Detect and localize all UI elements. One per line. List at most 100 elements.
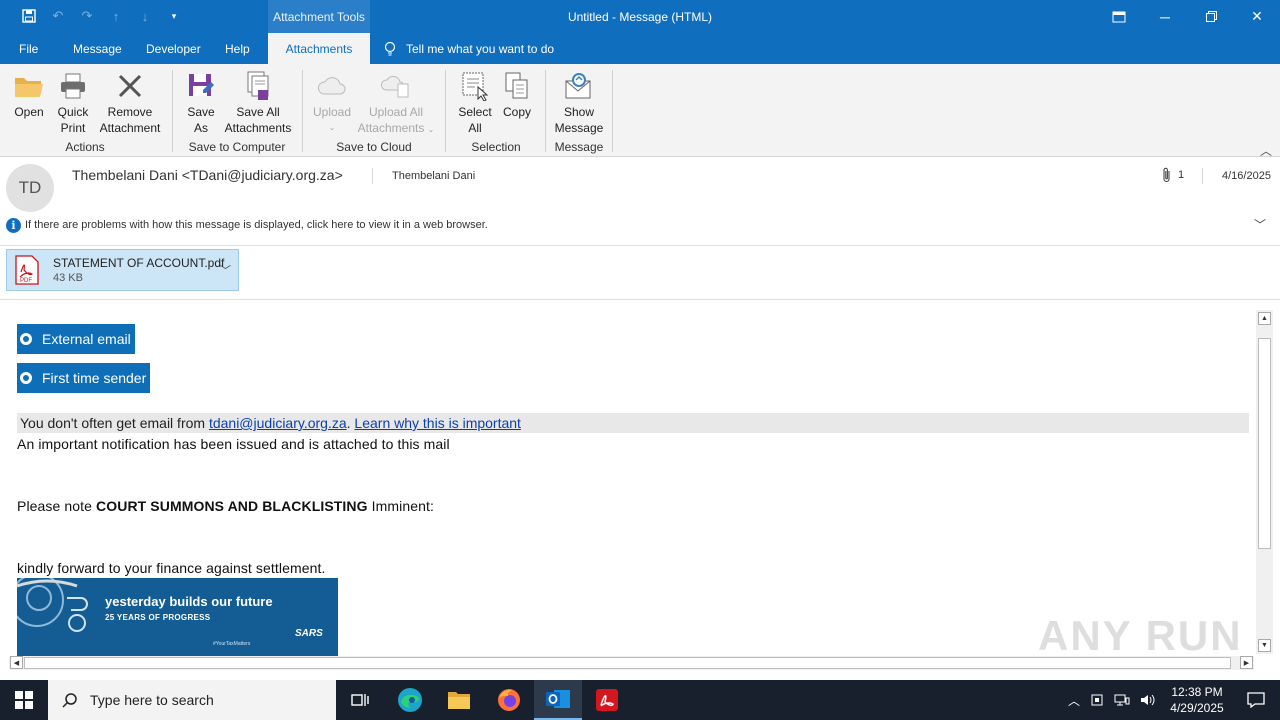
cloud-documents-icon: [380, 70, 412, 102]
upload-all-attachments-button[interactable]: Upload All Attachments ⌄: [354, 70, 438, 138]
documents-save-icon: [242, 70, 274, 102]
sender-email-link[interactable]: tdani@judiciary.org.za: [209, 415, 347, 431]
save-icon[interactable]: [20, 7, 38, 25]
redo-icon[interactable]: ↷: [78, 7, 96, 25]
ribbon: Open Quick Print Remove Attachment Actions…: [0, 64, 1280, 159]
taskbar-clock[interactable]: 12:38 PM 4/29/2025: [1162, 684, 1232, 716]
notifications-button[interactable]: [1232, 680, 1280, 720]
taskbar-app-acrobat[interactable]: [583, 680, 631, 720]
divider: [0, 245, 1280, 246]
info-text: If there are problems with how this mess…: [25, 219, 488, 231]
group-label-save-to-cloud: Save to Cloud: [336, 140, 412, 154]
device-icon[interactable]: [1090, 693, 1104, 707]
pdf-file-icon: PDF: [15, 255, 39, 285]
taskbar-app-file-explorer[interactable]: [435, 680, 483, 720]
learn-why-link[interactable]: Learn why this is important: [354, 415, 521, 431]
search-placeholder: Type here to search: [90, 692, 214, 708]
windows-logo-icon: [15, 691, 33, 709]
chevron-down-icon[interactable]: ﹀: [1254, 216, 1266, 233]
body-line-court-summons: Please note COURT SUMMONS AND BLACKLISTI…: [17, 498, 434, 514]
outlook-icon: [546, 690, 570, 708]
next-item-icon[interactable]: ↓: [136, 7, 154, 25]
show-message-button[interactable]: Show Message: [552, 70, 606, 136]
first-sender-notice: You don't often get email from tdani@jud…: [17, 413, 1249, 433]
minimize-button[interactable]: ─: [1142, 0, 1188, 33]
upload-button[interactable]: Upload ⌄: [310, 70, 354, 136]
folder-icon: [448, 692, 470, 709]
acrobat-icon: [596, 689, 618, 711]
collapse-ribbon-icon[interactable]: ︿: [1260, 142, 1272, 159]
sender-name[interactable]: Thembelani Dani <TDani@judiciary.org.za>: [72, 167, 343, 183]
tab-message[interactable]: Message: [73, 33, 122, 64]
floppy-disk-icon: [185, 70, 217, 102]
divider: [372, 168, 373, 184]
save-all-attachments-button[interactable]: Save All Attachments: [222, 70, 294, 136]
chevron-up-icon[interactable]: ︿: [1068, 692, 1080, 709]
tab-attachments[interactable]: Attachments: [268, 33, 370, 64]
chevron-down-icon[interactable]: ﹀: [220, 262, 231, 278]
ribbon-display-options-icon[interactable]: [1096, 0, 1142, 33]
banner-headline: yesterday builds our future: [105, 594, 273, 609]
copy-icon: [501, 70, 533, 102]
save-as-button[interactable]: Save As: [182, 70, 220, 136]
clock-date: 4/29/2025: [1170, 701, 1224, 715]
previous-item-icon[interactable]: ↑: [107, 7, 125, 25]
tell-me-box[interactable]: Tell me what you want to do: [384, 33, 554, 64]
group-divider: [172, 70, 173, 152]
speaker-icon[interactable]: [1140, 693, 1156, 707]
cloud-icon: [316, 70, 348, 102]
attachment-count: 1: [1162, 167, 1184, 183]
customize-toolbar-icon[interactable]: ▾: [165, 7, 183, 25]
info-icon: i: [6, 217, 21, 233]
taskbar-app-outlook[interactable]: [534, 680, 582, 720]
network-icon[interactable]: [1114, 693, 1130, 707]
taskbar-app-edge[interactable]: [386, 680, 434, 720]
undo-icon[interactable]: ↶: [49, 7, 67, 25]
system-tray: ︿: [1068, 680, 1156, 720]
taskbar: Type here to search ︿ 12:38 PM 4/29/2025: [0, 680, 1280, 720]
copy-button[interactable]: Copy: [498, 70, 536, 120]
tab-developer[interactable]: Developer: [146, 33, 201, 64]
recipient-name[interactable]: Thembelani Dani: [392, 170, 475, 182]
external-email-tag: External email ›: [17, 324, 143, 354]
attachment-size: 43 KB: [53, 272, 83, 284]
tag-icon: [20, 372, 32, 384]
scroll-left-button[interactable]: ◀: [10, 656, 23, 669]
info-bar[interactable]: i If there are problems with how this me…: [6, 215, 1274, 235]
tell-me-text: Tell me what you want to do: [406, 41, 555, 56]
tab-help[interactable]: Help: [225, 33, 250, 64]
received-date: 4/16/2025: [1222, 170, 1271, 182]
taskbar-app-firefox[interactable]: [485, 680, 533, 720]
restore-button[interactable]: [1188, 0, 1234, 33]
tab-file[interactable]: File: [19, 33, 38, 64]
printer-icon: [57, 70, 89, 102]
vertical-scroll-thumb[interactable]: [1258, 338, 1271, 549]
edge-icon: [398, 688, 422, 712]
select-all-icon: [459, 70, 491, 102]
avatar: TD: [6, 164, 54, 212]
chevron-right-icon: ›: [137, 330, 143, 347]
attachment-name: STATEMENT OF ACCOUNT.pdf: [53, 256, 225, 270]
tag-icon: [20, 333, 32, 345]
taskbar-search-box[interactable]: Type here to search: [48, 680, 336, 720]
group-divider: [445, 70, 446, 152]
select-all-button[interactable]: Select All: [454, 70, 496, 136]
first-time-sender-tag: First time sender ›: [17, 363, 158, 393]
chevron-right-icon: ›: [152, 369, 158, 386]
paperclip-icon: [1163, 167, 1170, 183]
scroll-down-button[interactable]: ▼: [1258, 639, 1271, 652]
group-label-selection: Selection: [471, 140, 521, 154]
attachment-chip[interactable]: PDF STATEMENT OF ACCOUNT.pdf 43 KB ﹀: [6, 249, 239, 291]
open-button[interactable]: Open: [10, 70, 48, 120]
search-icon: [62, 693, 77, 708]
notification-icon: [1247, 692, 1265, 708]
close-button[interactable]: ✕: [1234, 0, 1280, 33]
quick-print-button[interactable]: Quick Print: [52, 70, 94, 136]
task-view-icon: [351, 694, 369, 706]
task-view-button[interactable]: [336, 680, 384, 720]
divider: [0, 299, 1280, 300]
group-label-save-to-computer: Save to Computer: [188, 140, 286, 154]
remove-attachment-button[interactable]: Remove Attachment: [96, 70, 164, 136]
start-button[interactable]: [0, 680, 48, 720]
scroll-up-button[interactable]: ▲: [1258, 312, 1271, 325]
